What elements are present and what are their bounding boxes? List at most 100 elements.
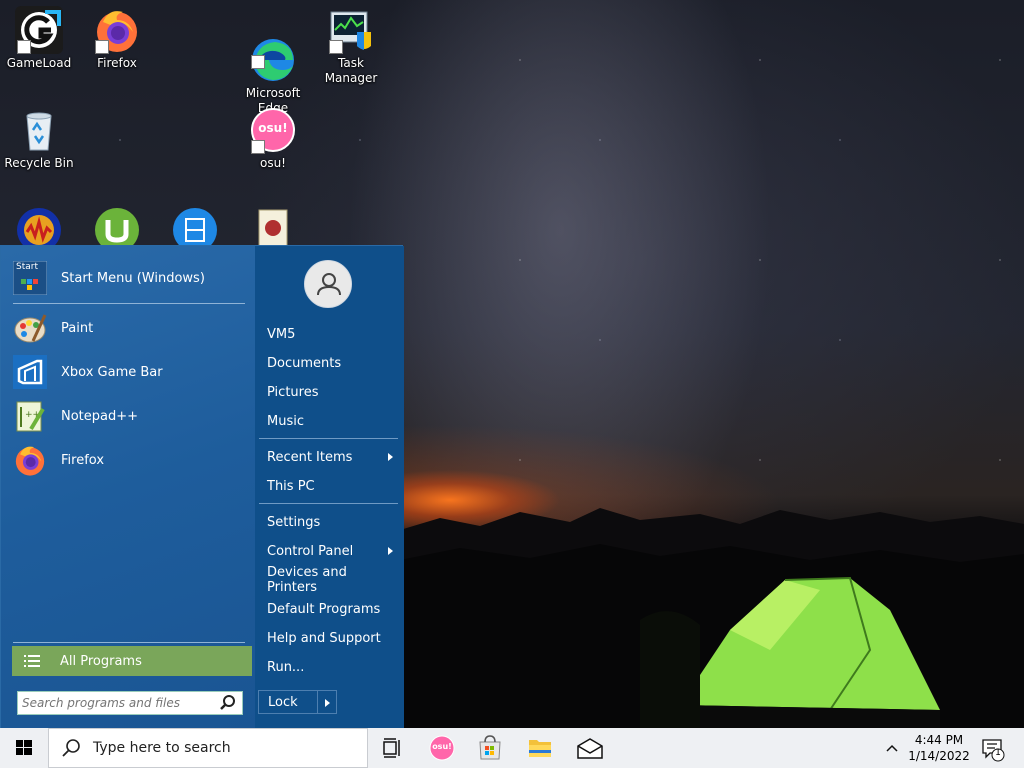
chevron-right-icon <box>388 453 393 461</box>
start-menu-this-pc[interactable]: This PC <box>267 473 397 499</box>
taskbar-osu-text: osu! <box>432 742 452 751</box>
taskbar-app-microsoft-store[interactable] <box>466 728 514 768</box>
start-menu-item-label: Start Menu (Windows) <box>61 270 205 286</box>
desktop-icon-recycle-bin[interactable]: Recycle Bin <box>0 106 78 171</box>
pictures-label: Pictures <box>267 384 319 400</box>
notification-count-badge: 1 <box>995 748 1001 758</box>
start-menu-item-notepad-plus-plus[interactable]: ++ Notepad++ <box>13 396 245 436</box>
start-menu-recent-items[interactable]: Recent Items <box>267 444 397 470</box>
lock-button[interactable]: Lock <box>258 690 318 714</box>
user-name: VM5 <box>267 326 296 342</box>
start-menu-item-xbox-game-bar[interactable]: Xbox Game Bar <box>13 352 245 392</box>
start-menu-user-folder[interactable]: VM5 <box>267 321 397 347</box>
desktop-icon-task-manager[interactable]: Task Manager <box>312 6 390 86</box>
shortcut-arrow-icon <box>251 55 265 69</box>
lock-label: Lock <box>268 694 298 710</box>
video-editor-icon <box>171 206 219 246</box>
start-menu-search-input[interactable] <box>18 693 218 713</box>
start-menu-search-box[interactable] <box>17 691 243 715</box>
start-menu-item-firefox[interactable]: Firefox <box>13 440 245 480</box>
start-menu-item-label: Paint <box>61 320 94 336</box>
taskbar-app-mail[interactable] <box>566 728 614 768</box>
desktop-icon-utorrent[interactable] <box>78 206 156 246</box>
start-menu-separator <box>259 438 398 439</box>
shortcut-arrow-icon <box>17 40 31 54</box>
start-menu-settings[interactable]: Settings <box>267 509 397 535</box>
start-menu-default-programs[interactable]: Default Programs <box>267 596 397 622</box>
shortcut-arrow-icon <box>329 40 343 54</box>
shortcut-arrow-icon <box>251 140 265 154</box>
search-icon[interactable] <box>218 693 238 713</box>
microsoft-store-icon <box>479 735 501 760</box>
desktop-icon-document-app[interactable] <box>234 206 312 246</box>
start-menu-music[interactable]: Music <box>267 408 397 434</box>
this-pc-label: This PC <box>267 478 315 494</box>
start-menu-icon: Start <box>12 260 48 296</box>
taskbar-search-box[interactable]: Type here to search <box>48 728 368 768</box>
desktop-icon-gameload[interactable]: GameLoad <box>0 6 78 71</box>
taskbar-search-placeholder: Type here to search <box>93 740 231 756</box>
shortcut-arrow-icon <box>95 40 109 54</box>
windows-logo-icon <box>16 740 32 755</box>
start-menu-icon-text: Start <box>16 262 38 272</box>
chevron-right-icon <box>388 547 393 555</box>
desktop-icon-label: osu! <box>259 156 286 170</box>
start-menu-devices-and-printers[interactable]: Devices and Printers <box>267 565 397 595</box>
task-view-icon <box>383 738 400 758</box>
start-menu-help-and-support[interactable]: Help and Support <box>267 625 397 651</box>
desktop-icon-label: Recycle Bin <box>4 156 74 170</box>
start-menu-run[interactable]: Run... <box>267 654 397 680</box>
all-programs-label: All Programs <box>60 653 142 669</box>
taskbar-app-osu[interactable]: osu! <box>418 728 466 768</box>
start-menu: Start Start Menu (Windows) Paint Xbox Ga… <box>0 245 404 729</box>
paint-icon <box>13 311 47 345</box>
firefox-icon <box>93 6 141 54</box>
list-icon <box>24 654 40 668</box>
desktop-icon-label: Task Manager <box>324 56 378 85</box>
xbox-game-bar-icon <box>13 355 47 389</box>
start-menu-item-label: Firefox <box>61 452 105 468</box>
action-center-button[interactable]: 1 <box>980 736 1006 762</box>
devices-and-printers-label: Devices and Printers <box>267 565 347 595</box>
start-menu-right-panel: VM5 Documents Pictures Music Recent Item… <box>255 246 404 729</box>
start-button[interactable] <box>0 728 48 768</box>
file-explorer-icon <box>529 740 551 757</box>
start-menu-item-label: Notepad++ <box>61 408 139 424</box>
gameload-icon <box>15 6 63 54</box>
all-programs-button[interactable]: All Programs <box>12 646 252 676</box>
desktop-icon-microsoft-edge[interactable]: Microsoft Edge <box>234 6 312 116</box>
osu-icon-text: osu! <box>258 121 288 135</box>
audio-app-icon <box>15 206 63 246</box>
taskbar-app-file-explorer[interactable] <box>516 728 564 768</box>
start-menu-pictures[interactable]: Pictures <box>267 379 397 405</box>
desktop-icon-video-editor[interactable] <box>156 206 234 246</box>
desktop-icon-audio-app[interactable] <box>0 206 78 246</box>
power-options-arrow-button[interactable] <box>317 690 337 714</box>
user-avatar[interactable] <box>304 260 352 308</box>
firefox-icon <box>13 443 47 477</box>
start-menu-control-panel[interactable]: Control Panel <box>267 538 397 564</box>
recent-items-label: Recent Items <box>267 449 353 465</box>
start-menu-item-paint[interactable]: Paint <box>13 308 245 348</box>
start-menu-left-panel: Start Start Menu (Windows) Paint Xbox Ga… <box>1 246 255 729</box>
osu-icon: osu! <box>249 106 297 154</box>
edge-icon <box>249 21 297 81</box>
start-menu-item-start-menu-windows[interactable]: Start Start Menu (Windows) <box>12 258 245 298</box>
desktop-icon-firefox[interactable]: Firefox <box>78 6 156 71</box>
help-and-support-label: Help and Support <box>267 630 381 646</box>
start-menu-documents[interactable]: Documents <box>267 350 397 376</box>
documents-label: Documents <box>267 355 342 371</box>
show-hidden-icons-button[interactable] <box>884 740 900 756</box>
music-label: Music <box>267 413 304 429</box>
desktop-icon-label: GameLoad <box>6 56 72 70</box>
clock-date: 1/14/2022 <box>908 749 970 763</box>
start-menu-separator <box>259 503 398 504</box>
control-panel-label: Control Panel <box>267 543 354 559</box>
desktop-icon-osu[interactable]: osu! osu! <box>234 106 312 171</box>
search-icon <box>61 738 81 758</box>
chevron-up-icon <box>886 744 898 752</box>
task-view-button[interactable] <box>368 728 416 768</box>
taskbar-clock[interactable]: 4:44 PM 1/14/2022 <box>904 732 974 764</box>
mail-icon <box>577 738 603 759</box>
task-manager-icon <box>327 6 375 54</box>
